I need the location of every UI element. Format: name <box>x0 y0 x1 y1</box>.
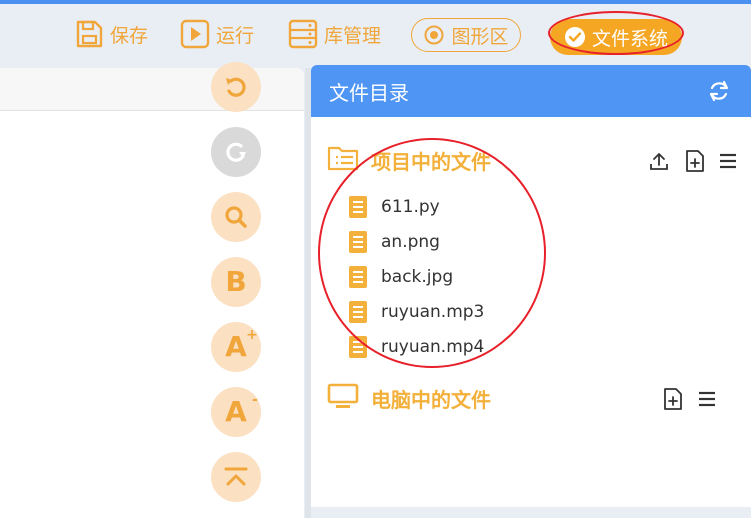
redo-icon <box>226 142 246 162</box>
scroll-to-top-icon <box>224 467 248 486</box>
document-icon <box>349 336 367 358</box>
menu-icon[interactable] <box>698 391 716 407</box>
document-icon <box>349 301 367 323</box>
scroll-top-button[interactable] <box>211 452 261 502</box>
new-file-icon[interactable] <box>663 388 683 410</box>
save-icon <box>76 20 103 48</box>
library-manage-label: 库管理 <box>324 24 382 47</box>
font-decrease-button[interactable]: A- <box>211 387 261 437</box>
document-icon <box>349 196 367 218</box>
file-system-label: 文件系统 <box>591 27 668 50</box>
document-icon <box>349 231 367 253</box>
main-toolbar: 保存 运行 库管理 图形区 文件系统 <box>0 4 751 64</box>
file-name: back.jpg <box>381 267 454 287</box>
search-icon <box>225 206 247 228</box>
upload-icon[interactable] <box>649 151 669 171</box>
file-name: ruyuan.mp4 <box>381 337 485 357</box>
font-increase-button[interactable]: A + <box>211 322 261 372</box>
computer-files-title[interactable]: 电脑中的文件 <box>371 384 491 413</box>
font-decrease-letter: A <box>225 395 247 428</box>
graphics-area-label: 图形区 <box>451 25 509 48</box>
graphics-area-button[interactable]: 图形区 <box>411 18 521 52</box>
folder-list-icon <box>327 146 359 171</box>
font-increase-icon: A + <box>225 328 258 363</box>
refresh-icon[interactable] <box>707 79 731 103</box>
run-button[interactable]: 运行 <box>180 16 254 52</box>
undo-button[interactable] <box>211 62 261 112</box>
file-item[interactable]: back.jpg <box>349 266 453 288</box>
font-increase-sign: + <box>246 327 258 343</box>
save-label: 保存 <box>110 24 149 47</box>
server-icon <box>288 19 318 49</box>
library-manage-button[interactable]: 库管理 <box>288 16 381 52</box>
font-increase-letter: A <box>225 330 247 363</box>
bold-button[interactable]: B <box>211 257 261 307</box>
project-files-title[interactable]: 项目中的文件 <box>371 146 491 175</box>
radio-dot-icon <box>424 25 444 45</box>
file-item[interactable]: ruyuan.mp3 <box>349 301 484 323</box>
menu-icon[interactable] <box>719 153 737 169</box>
redo-button[interactable] <box>211 127 261 177</box>
file-directory-panel: 文件目录 项目中的文件 611.py an.png back.jpg ruyua… <box>311 65 751 507</box>
search-button[interactable] <box>211 192 261 242</box>
file-item[interactable]: an.png <box>349 231 440 253</box>
play-icon <box>180 19 210 49</box>
font-decrease-sign: - <box>252 392 258 408</box>
run-label: 运行 <box>216 24 255 47</box>
file-item[interactable]: ruyuan.mp4 <box>349 336 484 358</box>
file-item[interactable]: 611.py <box>349 196 440 218</box>
file-system-button[interactable]: 文件系统 <box>550 19 682 55</box>
file-name: ruyuan.mp3 <box>381 302 485 322</box>
check-circle-icon <box>564 27 585 47</box>
save-button[interactable]: 保存 <box>74 16 148 52</box>
font-decrease-icon: A- <box>225 393 258 428</box>
panel-title: 文件目录 <box>329 81 409 105</box>
panel-header: 文件目录 <box>311 65 751 117</box>
undo-icon <box>226 77 246 97</box>
file-name: 611.py <box>381 197 440 217</box>
file-name: an.png <box>381 232 440 252</box>
new-file-icon[interactable] <box>685 150 705 172</box>
monitor-icon <box>327 383 359 408</box>
bold-icon: B <box>225 265 247 298</box>
document-icon <box>349 266 367 288</box>
